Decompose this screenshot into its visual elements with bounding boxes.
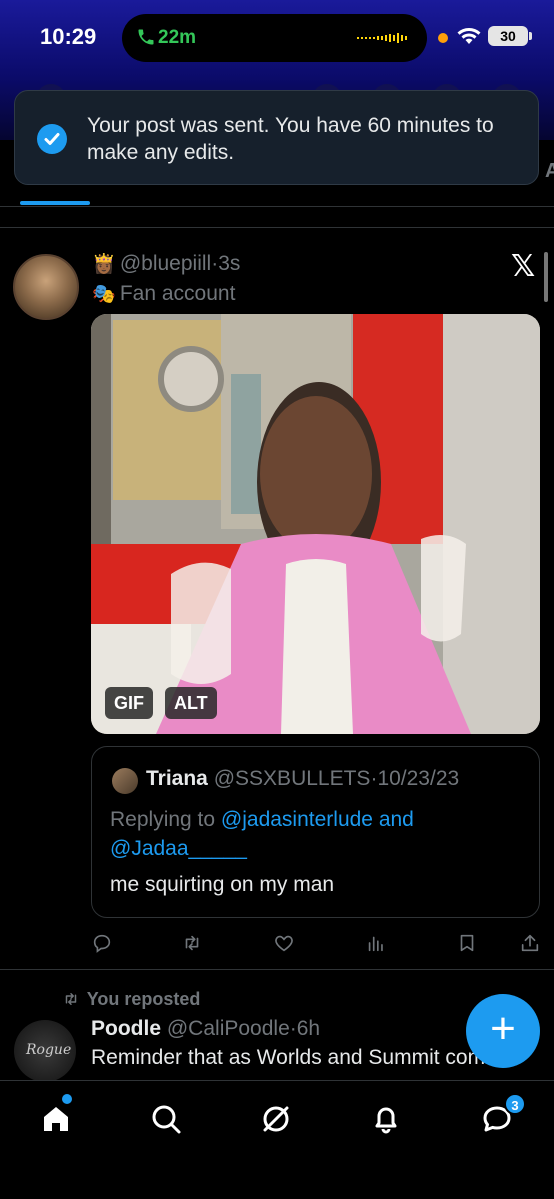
reply-icon[interactable] bbox=[91, 932, 113, 954]
divider bbox=[0, 206, 554, 207]
bottom-navigation bbox=[0, 1080, 554, 1199]
author-handle[interactable]: @CaliPoodle bbox=[167, 1017, 290, 1040]
tweet-header: 👸🏾 @bluepiill·3s bbox=[92, 252, 240, 276]
messages-count-badge: 3 bbox=[504, 1093, 526, 1115]
call-timer: 22m bbox=[158, 27, 197, 48]
home-unread-dot bbox=[62, 1094, 72, 1104]
tweet-time: 3s bbox=[218, 252, 241, 275]
gif-frame-illustration bbox=[91, 314, 540, 734]
notifications-bell-icon[interactable] bbox=[368, 1101, 404, 1137]
quoted-author-name: Triana bbox=[146, 767, 208, 790]
tweet-text: Reminder that as Worlds and Summit come bbox=[91, 1046, 491, 1069]
tab-label-partial[interactable]: A bbox=[545, 160, 554, 183]
repost-label: You reposted bbox=[86, 989, 201, 1009]
audio-wave-icon bbox=[357, 33, 407, 43]
fan-account-label: Fan account bbox=[119, 282, 236, 305]
tweet-header: Poodle @CaliPoodle·6h bbox=[91, 1017, 320, 1041]
repost-icon[interactable] bbox=[181, 932, 203, 954]
quoted-tweet-text: me squirting on my man bbox=[110, 873, 335, 896]
quoted-author-handle: @SSXBULLETS bbox=[213, 767, 371, 790]
privacy-indicator-dot bbox=[438, 33, 448, 43]
toast-message: Your post was sent. You have 60 minutes … bbox=[87, 114, 494, 164]
mention-link[interactable]: @Jadaa_____ bbox=[110, 837, 247, 860]
quoted-tweet-date: 10/23/23 bbox=[377, 767, 460, 790]
replying-to-line: Replying to @jadasinterlude and @Jadaa__… bbox=[110, 805, 530, 863]
like-icon[interactable] bbox=[273, 932, 295, 954]
avatar-logo-text: Rogue bbox=[26, 1042, 72, 1058]
x-logo-icon[interactable]: 𝕏 bbox=[511, 249, 535, 284]
tweet-subtitle-line: 🎭 Fan account bbox=[92, 282, 235, 306]
gif-badge[interactable]: GIF bbox=[105, 687, 153, 719]
quoted-author-avatar bbox=[112, 768, 138, 794]
alt-badge[interactable]: ALT bbox=[165, 687, 217, 719]
battery-indicator: 30 bbox=[488, 26, 532, 46]
views-icon[interactable] bbox=[365, 932, 387, 954]
phone-icon bbox=[138, 29, 154, 45]
gif-media[interactable] bbox=[91, 314, 540, 734]
replying-to-label: Replying to bbox=[110, 808, 216, 831]
grok-icon[interactable] bbox=[258, 1101, 294, 1137]
author-avatar[interactable] bbox=[13, 254, 79, 320]
divider bbox=[0, 969, 554, 970]
active-tab-indicator bbox=[20, 201, 90, 205]
share-icon[interactable] bbox=[519, 932, 541, 954]
check-circle-icon bbox=[37, 124, 67, 154]
quoted-tweet-header: Triana @SSXBULLETS·10/23/23 bbox=[146, 767, 459, 791]
repost-context: You reposted bbox=[60, 989, 200, 1010]
home-icon[interactable] bbox=[38, 1101, 74, 1137]
mask-emoji-icon: 🎭 bbox=[92, 284, 116, 305]
separator: · bbox=[289, 1017, 297, 1040]
scrollbar[interactable] bbox=[544, 252, 548, 302]
author-handle[interactable]: @bluepiill bbox=[120, 252, 211, 275]
divider bbox=[0, 227, 554, 228]
quoted-tweet[interactable]: Triana @SSXBULLETS·10/23/23 Replying to … bbox=[91, 746, 540, 918]
tweet-time: 6h bbox=[296, 1017, 321, 1040]
mention-link[interactable]: @jadasinterlude and bbox=[221, 808, 414, 831]
repost-small-icon bbox=[65, 993, 77, 1005]
author-avatar[interactable]: Rogue bbox=[14, 1020, 76, 1082]
search-icon[interactable] bbox=[148, 1101, 184, 1137]
crown-emoji-icon: 👸🏾 bbox=[92, 254, 116, 275]
status-time: 10:29 bbox=[40, 24, 97, 49]
wifi-icon bbox=[457, 28, 481, 44]
compose-post-button[interactable]: + bbox=[466, 994, 540, 1068]
post-sent-toast[interactable]: Your post was sent. You have 60 minutes … bbox=[14, 90, 539, 185]
dynamic-island-call[interactable]: 22m bbox=[122, 14, 427, 62]
bookmark-icon[interactable] bbox=[456, 932, 478, 954]
author-name[interactable]: Poodle bbox=[91, 1017, 161, 1040]
